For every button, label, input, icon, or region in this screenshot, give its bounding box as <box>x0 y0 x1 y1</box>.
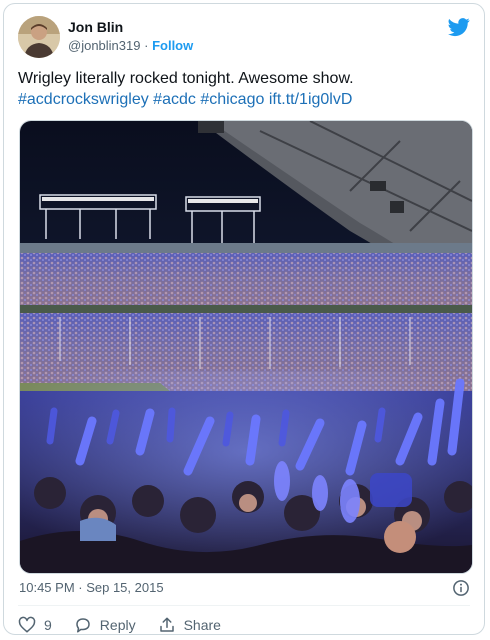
author-block: Jon Blin @jonblin319 · Follow <box>68 19 193 55</box>
reply-button[interactable]: Reply <box>74 616 136 634</box>
tweet-body: Wrigley literally rocked tonight. Awesom… <box>18 68 470 110</box>
tweet-text: Wrigley literally rocked tonight. Awesom… <box>18 70 354 87</box>
info-icon[interactable] <box>452 579 470 597</box>
handle-row: @jonblin319 · Follow <box>68 37 193 55</box>
tweet-links: #acdcrockswrigley #acdc #chicago ift.tt/… <box>18 89 470 110</box>
divider <box>18 605 470 606</box>
share-button[interactable]: Share <box>158 616 221 634</box>
reply-label: Reply <box>99 617 136 633</box>
share-icon <box>159 617 174 632</box>
twitter-bird-icon[interactable] <box>448 16 470 38</box>
tweet-card: Jon Blin @jonblin319 · Follow Wrigley li… <box>3 3 485 635</box>
handle-separator: · <box>144 38 149 53</box>
tweet-actions: 9 Reply Share <box>18 614 243 634</box>
heart-icon <box>18 616 36 633</box>
tweet-photo[interactable] <box>19 120 473 574</box>
tweet-link[interactable]: ift.tt/1ig0lvD <box>269 91 353 108</box>
tweet-timestamp[interactable]: 10:45 PM · Sep 15, 2015 <box>19 580 164 595</box>
hashtag-acdc[interactable]: #acdc <box>153 91 196 108</box>
follow-button[interactable]: Follow <box>152 38 193 53</box>
hashtag-acdcrockswrigley[interactable]: #acdcrockswrigley <box>18 91 149 108</box>
author-name[interactable]: Jon Blin <box>68 19 193 36</box>
tweet-header: Jon Blin @jonblin319 · Follow <box>18 14 470 58</box>
concert-crowd-photo <box>20 121 472 573</box>
like-button[interactable]: 9 <box>18 616 52 634</box>
speech-bubble-icon <box>76 618 90 633</box>
share-label: Share <box>183 617 221 633</box>
author-handle[interactable]: @jonblin319 <box>68 38 140 53</box>
hashtag-chicago[interactable]: #chicago <box>200 91 264 108</box>
avatar[interactable] <box>18 16 60 58</box>
like-count: 9 <box>44 617 52 633</box>
